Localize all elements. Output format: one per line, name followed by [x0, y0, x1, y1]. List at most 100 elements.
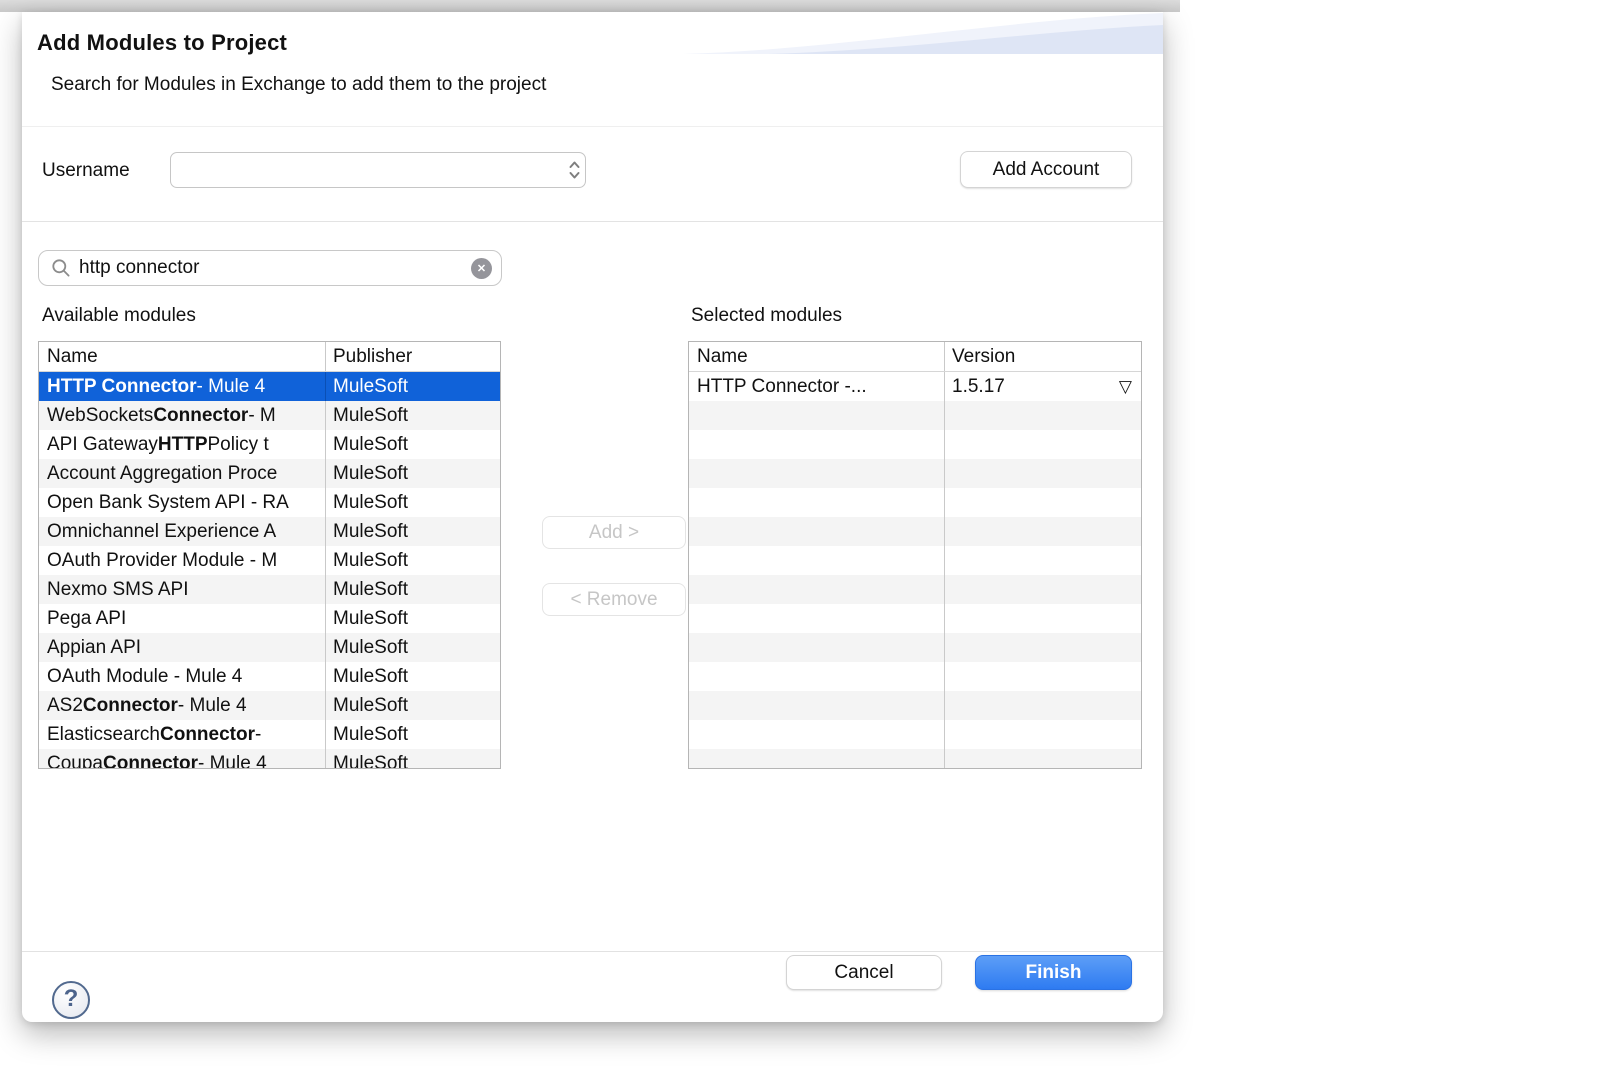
add-module-button[interactable]: Add > [542, 516, 686, 549]
module-name-cell: Omnichannel Experience A [39, 517, 326, 546]
module-publisher-cell: MuleSoft [326, 720, 500, 749]
available-module-row[interactable]: OAuth Provider Module - MMuleSoft [39, 546, 500, 575]
module-name-cell: WebSockets Connector - M [39, 401, 326, 430]
available-table-body: HTTP Connector - Mule 4MuleSoftWebSocket… [39, 372, 500, 769]
available-module-row[interactable]: Omnichannel Experience AMuleSoft [39, 517, 500, 546]
finish-button[interactable]: Finish [975, 955, 1132, 990]
selected-table-header: Name Version [689, 342, 1141, 372]
available-module-row[interactable]: Account Aggregation ProceMuleSoft [39, 459, 500, 488]
available-module-row[interactable]: Appian APIMuleSoft [39, 633, 500, 662]
module-publisher-cell: MuleSoft [326, 575, 500, 604]
module-publisher-cell: MuleSoft [326, 372, 500, 401]
empty-version-cell [945, 546, 1141, 575]
username-combobox[interactable] [170, 152, 586, 188]
empty-version-cell [945, 633, 1141, 662]
empty-name-cell [689, 517, 945, 546]
available-module-row[interactable]: AS2 Connector - Mule 4MuleSoft [39, 691, 500, 720]
window-titlebar-edge [0, 0, 1180, 12]
module-publisher-cell: MuleSoft [326, 517, 500, 546]
available-module-row[interactable]: HTTP Connector - Mule 4MuleSoft [39, 372, 500, 401]
banner-swoosh-decoration [683, 12, 1163, 56]
empty-name-cell [689, 691, 945, 720]
empty-name-cell [689, 459, 945, 488]
empty-name-cell [689, 488, 945, 517]
username-input[interactable] [171, 160, 563, 181]
available-modules-table: Name Publisher HTTP Connector - Mule 4Mu… [38, 341, 501, 769]
module-name-cell: Pega API [39, 604, 326, 633]
module-name-cell: API Gateway HTTP Policy t [39, 430, 326, 459]
help-icon[interactable]: ? [52, 981, 90, 1019]
selected-table-body: HTTP Connector -... 1.5.17 ▽ [689, 372, 1141, 769]
available-modules-heading: Available modules [42, 305, 196, 327]
module-name-cell: Elasticsearch Connector - [39, 720, 326, 749]
empty-version-cell [945, 691, 1141, 720]
module-publisher-cell: MuleSoft [326, 430, 500, 459]
module-publisher-cell: MuleSoft [326, 633, 500, 662]
empty-name-cell [689, 749, 945, 769]
version-dropdown-icon[interactable]: ▽ [1119, 378, 1132, 395]
username-label: Username [42, 160, 130, 182]
module-name-cell: OAuth Module - Mule 4 [39, 662, 326, 691]
empty-version-cell [945, 459, 1141, 488]
module-name-cell: Coupa Connector - Mule 4 [39, 749, 326, 769]
empty-version-cell [945, 488, 1141, 517]
remove-module-button[interactable]: < Remove [542, 583, 686, 616]
available-module-row[interactable]: Open Bank System API - RAMuleSoft [39, 488, 500, 517]
module-name-cell: HTTP Connector - Mule 4 [39, 372, 326, 401]
empty-table-row [689, 459, 1141, 488]
column-header-name[interactable]: Name [39, 342, 326, 371]
empty-name-cell [689, 401, 945, 430]
available-module-row[interactable]: Coupa Connector - Mule 4MuleSoft [39, 749, 500, 769]
available-module-row[interactable]: OAuth Module - Mule 4MuleSoft [39, 662, 500, 691]
combo-stepper-icon[interactable] [563, 159, 585, 181]
empty-table-row [689, 691, 1141, 720]
version-value: 1.5.17 [952, 376, 1005, 398]
add-account-button[interactable]: Add Account [960, 151, 1132, 188]
module-name-cell: Account Aggregation Proce [39, 459, 326, 488]
search-input[interactable] [71, 256, 471, 280]
empty-name-cell [689, 575, 945, 604]
module-name-cell: Appian API [39, 633, 326, 662]
empty-version-cell [945, 517, 1141, 546]
empty-name-cell [689, 604, 945, 633]
empty-version-cell [945, 575, 1141, 604]
empty-name-cell [689, 662, 945, 691]
empty-table-row [689, 575, 1141, 604]
account-section-separator [22, 221, 1163, 222]
empty-version-cell [945, 720, 1141, 749]
column-header-version[interactable]: Version [945, 342, 1141, 371]
empty-table-row [689, 604, 1141, 633]
empty-table-row [689, 749, 1141, 769]
empty-name-cell [689, 633, 945, 662]
column-header-publisher[interactable]: Publisher [326, 342, 500, 371]
module-name-cell: HTTP Connector -... [689, 372, 945, 401]
empty-table-row [689, 633, 1141, 662]
selected-modules-table: Name Version HTTP Connector -... 1.5.17 ▽ [688, 341, 1142, 769]
cancel-button[interactable]: Cancel [786, 955, 942, 990]
selected-module-row[interactable]: HTTP Connector -... 1.5.17 ▽ [689, 372, 1141, 401]
empty-version-cell [945, 749, 1141, 769]
module-search-box[interactable]: ✕ [38, 250, 502, 286]
empty-name-cell [689, 546, 945, 575]
clear-search-icon[interactable]: ✕ [471, 258, 492, 279]
module-publisher-cell: MuleSoft [326, 459, 500, 488]
empty-version-cell [945, 430, 1141, 459]
dialog-title: Add Modules to Project [37, 30, 287, 56]
empty-table-row [689, 401, 1141, 430]
available-module-row[interactable]: Nexmo SMS APIMuleSoft [39, 575, 500, 604]
module-name-cell: OAuth Provider Module - M [39, 546, 326, 575]
dialog-subtitle: Search for Modules in Exchange to add th… [51, 74, 546, 96]
available-module-row[interactable]: API Gateway HTTP Policy tMuleSoft [39, 430, 500, 459]
available-module-row[interactable]: Pega APIMuleSoft [39, 604, 500, 633]
empty-name-cell [689, 720, 945, 749]
available-module-row[interactable]: WebSockets Connector - MMuleSoft [39, 401, 500, 430]
header-separator [22, 126, 1163, 127]
column-header-name[interactable]: Name [689, 342, 945, 371]
available-module-row[interactable]: Elasticsearch Connector -MuleSoft [39, 720, 500, 749]
module-publisher-cell: MuleSoft [326, 546, 500, 575]
empty-table-row [689, 430, 1141, 459]
module-publisher-cell: MuleSoft [326, 488, 500, 517]
module-publisher-cell: MuleSoft [326, 749, 500, 769]
module-name-cell: AS2 Connector - Mule 4 [39, 691, 326, 720]
selected-modules-heading: Selected modules [691, 305, 842, 327]
